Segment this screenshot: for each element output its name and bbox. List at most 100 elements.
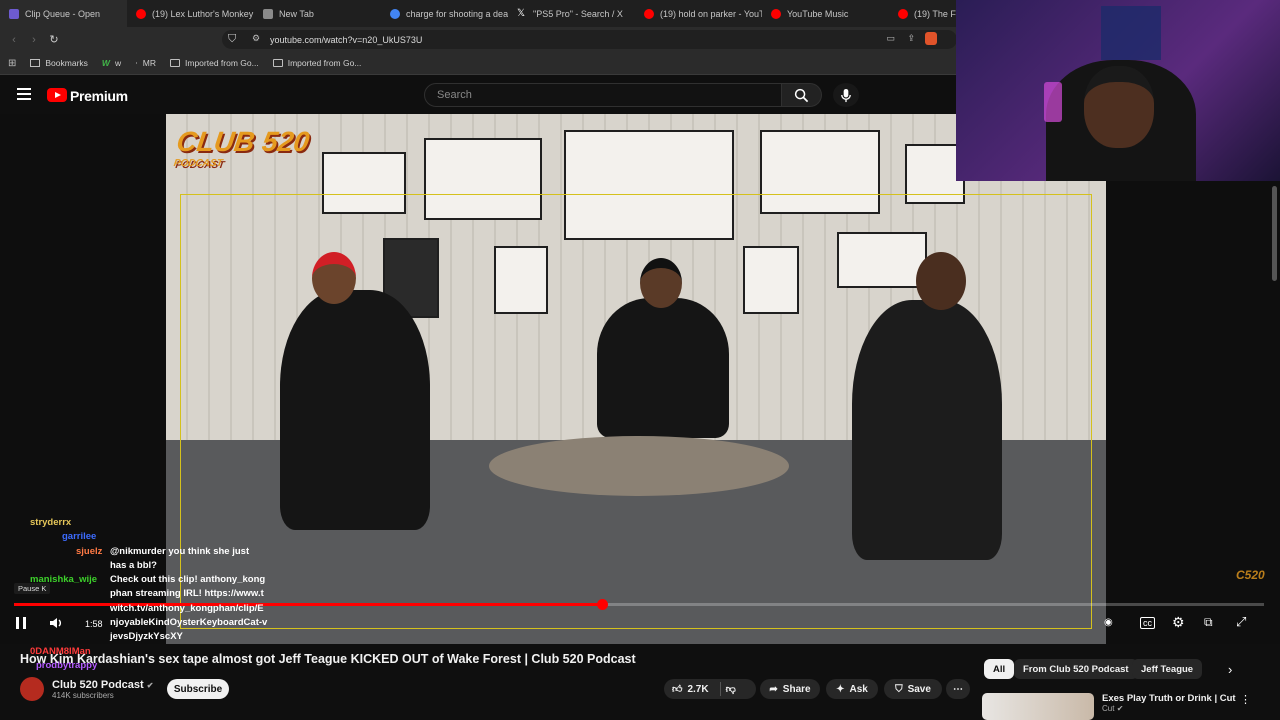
dislike-button[interactable]: 👎︎: [726, 683, 736, 695]
tab-label: "PS5 Pro" - Search / X: [533, 8, 623, 19]
more-actions-button[interactable]: ⋯: [946, 679, 970, 699]
bookmarks-bar: ⊞ Bookmarks Ww ⋅ MR Imported from Go... I…: [0, 52, 960, 75]
logo-text: CLUB 520: [174, 126, 312, 157]
related-channel: Cut: [1102, 704, 1115, 713]
club520-logo: CLUB 520 PODCAST: [173, 126, 311, 169]
tab-label: charge for shooting a dea: [406, 8, 508, 19]
tab-label: (19) Lex Luthor's Monkey: [152, 8, 254, 19]
wall-poster: [1101, 6, 1161, 60]
captions-icon[interactable]: cc: [1140, 617, 1155, 629]
browser-tab[interactable]: charge for shooting a dea: [381, 0, 508, 27]
related-video-item[interactable]: Exes Play Truth or Drink | Cut Cut ✔ ⋮: [982, 693, 1251, 720]
youtube-favicon-icon: [136, 8, 146, 19]
cast-icon[interactable]: ▭: [886, 33, 895, 44]
browser-tab[interactable]: (19) hold on parker - YouT: [635, 0, 762, 27]
video-title: How Kim Kardashian's sex tape almost got…: [20, 652, 636, 666]
chat-message: garrilee: [6, 530, 268, 544]
chip-jeff-teague[interactable]: Jeff Teague: [1132, 659, 1203, 679]
reload-icon[interactable]: ↻: [44, 33, 64, 46]
browser-tab[interactable]: 𝕏 "PS5 Pro" - Search / X: [508, 0, 635, 27]
save-button[interactable]: ⛉ Save: [884, 679, 942, 699]
chip-from-channel[interactable]: From Club 520 Podcast: [1014, 659, 1138, 679]
bookmark-item[interactable]: Ww: [102, 58, 121, 68]
bookmark-label: Bookmarks: [45, 58, 88, 68]
chat-text: Check out this clip! anthony_kongphan st…: [110, 574, 268, 643]
search-input[interactable]: [425, 84, 781, 106]
w-logo-icon: W: [101, 58, 110, 68]
share-arrow-icon: ➦: [769, 683, 778, 695]
streamer-webcam: [956, 0, 1280, 181]
bookmark-label: w: [114, 58, 122, 68]
browser-tab[interactable]: Clip Queue - Open: [0, 0, 127, 27]
bookmark-item[interactable]: Imported from Go...: [272, 58, 361, 68]
scrubber-handle[interactable]: [596, 599, 608, 610]
settings-gear-icon[interactable]: ⚙: [1172, 614, 1185, 631]
folder-icon: [170, 59, 181, 67]
address-bar[interactable]: ⛉ ⚙ youtube.com/watch?v=n20_UkUS73U ▭ ⇪: [222, 30, 957, 49]
newtab-favicon-icon: [263, 8, 273, 19]
chat-message: stryderrx: [6, 516, 268, 530]
browser-tab[interactable]: New Tab: [254, 0, 381, 27]
tab-label: Clip Queue - Open: [25, 8, 101, 19]
more-horizontal-icon: ⋯: [953, 683, 963, 695]
bookmark-star-icon[interactable]: ⛉: [228, 33, 236, 46]
tab-label: New Tab: [279, 8, 314, 19]
share-button[interactable]: ➦ Share: [760, 679, 820, 699]
bookmark-item[interactable]: Imported from Go...: [170, 58, 259, 68]
miniplayer-icon[interactable]: ⧉: [1204, 615, 1213, 630]
verified-check-icon: ✔: [1116, 704, 1124, 713]
autoplay-toggle-icon[interactable]: ◉: [1104, 617, 1113, 628]
ask-label: Ask: [849, 683, 868, 695]
ask-button[interactable]: ✦ Ask: [826, 679, 878, 699]
bookmark-item[interactable]: ⋅ MR: [135, 58, 156, 69]
like-button[interactable]: 👍︎ 2.7K: [672, 683, 709, 696]
chat-overlay: stryderrx garrilee sjuelz @nikmurder you …: [6, 516, 268, 673]
chat-username: stryderrx: [30, 517, 72, 528]
chat-username: garrilee: [62, 531, 97, 543]
tab-label: YouTube Music: [787, 8, 849, 19]
chat-message: manishka_wije Check out this clip! anthon…: [6, 573, 268, 644]
youtube-favicon-icon: [898, 8, 908, 19]
back-icon[interactable]: ‹: [4, 34, 24, 46]
brave-shield-icon[interactable]: [925, 32, 937, 45]
save-label: Save: [907, 683, 931, 695]
subscriber-count: 414K subscribers: [52, 690, 114, 700]
apps-grid-icon[interactable]: ⊞: [8, 58, 16, 69]
verified-check-icon: ✔: [146, 680, 154, 690]
channel-avatar[interactable]: [20, 677, 44, 701]
youtube-favicon-icon: [644, 8, 654, 19]
bookmark-item[interactable]: Bookmarks: [30, 58, 88, 68]
microphone-icon: [841, 88, 851, 102]
channel-row: Club 520 Podcast ✔ 414K subscribers: [20, 676, 153, 702]
tab-label: (19) hold on parker - YouT: [660, 8, 762, 19]
voice-search-button[interactable]: [833, 83, 859, 107]
forward-icon[interactable]: ›: [24, 34, 44, 46]
fullscreen-icon[interactable]: ⤢: [1236, 614, 1246, 630]
subscribe-button[interactable]: Subscribe: [167, 679, 229, 699]
search-button[interactable]: [782, 83, 822, 107]
chat-username: manishka_wije: [30, 574, 98, 586]
bookmark-icon: ⛉: [895, 683, 903, 695]
chat-message: sjuelz @nikmurder you think she just has …: [6, 545, 268, 574]
browser-tab[interactable]: YouTube Music: [762, 0, 889, 27]
related-thumbnail[interactable]: [982, 693, 1094, 720]
share-icon[interactable]: ⇪: [907, 33, 915, 44]
browser-tab[interactable]: (19) Lex Luthor's Monkey: [127, 0, 254, 27]
chip-all[interactable]: All: [984, 659, 1015, 679]
menu-icon[interactable]: [17, 88, 31, 100]
chevron-right-icon[interactable]: ›: [1228, 662, 1232, 677]
logo-subtext: PODCAST: [172, 158, 224, 169]
youtube-logo-icon[interactable]: [47, 88, 67, 102]
thumbs-down-icon: 👎︎: [725, 684, 736, 695]
site-info-icon[interactable]: ⚙: [252, 33, 260, 44]
x-favicon-icon: 𝕏: [517, 7, 526, 19]
search-box: [424, 83, 782, 107]
google-favicon-icon: [390, 8, 400, 19]
channel-name[interactable]: Club 520 Podcast ✔: [52, 679, 153, 691]
page-scrollbar[interactable]: [1272, 186, 1277, 281]
youtube-brand-label[interactable]: Premium: [70, 88, 128, 104]
like-count: 2.7K: [687, 683, 709, 695]
more-vertical-icon[interactable]: ⋮: [1240, 693, 1251, 706]
divider: [719, 682, 721, 696]
youtube-music-favicon-icon: [771, 8, 781, 19]
